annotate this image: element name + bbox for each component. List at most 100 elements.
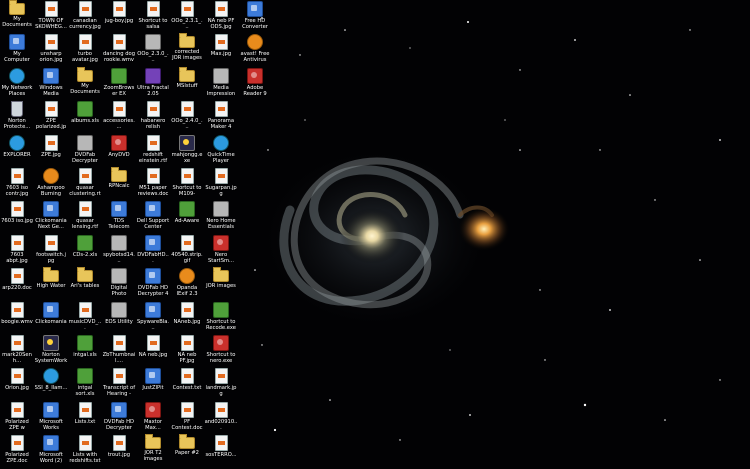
desktop-icon-jor-t2-images[interactable]: JOR T2 images: [136, 434, 170, 467]
desktop-icon-musicdvd[interactable]: musicDVD_...: [68, 301, 102, 334]
desktop-icon-sosterro[interactable]: sosTERRO...: [204, 434, 238, 467]
desktop-icon-dvdfab-decrypter[interactable]: DVDFab Decrypter: [68, 134, 102, 167]
desktop-icon-my-documents[interactable]: My Documents: [0, 0, 34, 33]
desktop-icon-adobe-reader-9[interactable]: Adobe Reader 9: [238, 67, 272, 100]
desktop-icon-eos-utility[interactable]: EOS Utility: [102, 301, 136, 334]
desktop-icon-m51-paper-reviews-doc[interactable]: M51 paper reviews.doc: [136, 167, 170, 200]
desktop-icon-na-neb-pf-jpg[interactable]: NA neb PF.jpg: [170, 334, 204, 367]
desktop-icon-free-hd-converter[interactable]: Free HD Converter: [238, 0, 272, 33]
desktop-icon-pf-contest-doc[interactable]: PF Contest.doc: [170, 401, 204, 434]
desktop-icon-mahjongg-exe[interactable]: mahjongg.exe: [170, 134, 204, 167]
desktop-icon-shortcut-to-salsa-genti[interactable]: Shortcut to salsa genti...: [136, 0, 170, 33]
desktop-icon-orion-jpg[interactable]: Orion.jpg: [0, 367, 34, 400]
desktop-icon-spywarebla[interactable]: SpywareBla...: [136, 301, 170, 334]
desktop-icon-shortcut-to-nero-exe[interactable]: Shortcut to nero.exe: [204, 334, 238, 367]
desktop-icon-quasar-lensing-rtf[interactable]: quasar lensing.rtf: [68, 200, 102, 233]
desktop-icon-max-jpg[interactable]: Max.jpg: [204, 33, 238, 66]
desktop-icon-shortcut-to-recode-exe[interactable]: Shortcut to Recode.exe: [204, 301, 238, 334]
desktop-icon-7603-abpt-jpg[interactable]: 7603 abpt.jpg: [0, 234, 34, 267]
desktop-icon-ad-aware[interactable]: Ad-Aware: [170, 200, 204, 233]
desktop-icon-dell-support-center[interactable]: Dell Support Center: [136, 200, 170, 233]
desktop-icon-nero-startsm[interactable]: Nero StartSm...: [204, 234, 238, 267]
desktop-icon-sugarpan-jpg[interactable]: Sugarpan.jpg: [204, 167, 238, 200]
desktop-icon-anydvd[interactable]: AnyDVD: [102, 134, 136, 167]
desktop-icon-nero-home-essentials-se[interactable]: Nero Home Essentials SE: [204, 200, 238, 233]
desktop-icon-zoombrowser-ex[interactable]: ZoomBrowser EX: [102, 67, 136, 100]
desktop-icon-opanda-iexif-2-3[interactable]: Opanda IExif 2.3: [170, 267, 204, 300]
desktop-icon-unsharp-orion-jpg[interactable]: unsharp orion.jpg: [34, 33, 68, 66]
desktop-icon-panorama-maker-4[interactable]: Panorama Maker 4: [204, 100, 238, 133]
desktop-icon-high-water[interactable]: High Water: [34, 267, 68, 300]
desktop-icon-justzipit[interactable]: JustZIPit: [136, 367, 170, 400]
desktop-icon-intgal-xls[interactable]: intgal.xls: [68, 334, 102, 367]
desktop-icon-transcript-of-hearing-an[interactable]: Transcript of Hearing -an...: [102, 367, 136, 400]
desktop-icon-jug-boy-jpg[interactable]: jug-boy.jpg: [102, 0, 136, 33]
desktop-icon-ari-s-tables[interactable]: Ari's tables: [68, 267, 102, 300]
desktop-icon-lists-with-redshifts-txt[interactable]: Lists with redshifts.txt: [68, 434, 102, 467]
desktop-icon-ultra-fractal-2-05[interactable]: Ultra Fractal 2.05: [136, 67, 170, 100]
desktop-icon-msistuff[interactable]: MSIstuff: [170, 66, 204, 100]
desktop-icon-mark20senh[interactable]: mark20Senh...: [0, 334, 34, 367]
desktop-icon-7603-iso-contr-jpg[interactable]: 7603 iso contr.jpg: [0, 167, 34, 200]
desktop-icon-polarized-zpe-w-citations-doc[interactable]: Polarized ZPE w citations.doc: [0, 401, 34, 434]
desktop-icon-trout-jpg[interactable]: trout.jpg: [102, 434, 136, 467]
desktop-icon-intgal-sort-xls[interactable]: intgal sort.xls: [68, 367, 102, 400]
desktop-icon-avast-free-antivirus[interactable]: avast! Free Antivirus: [238, 33, 272, 66]
desktop-icon-ooo-2-3-1[interactable]: OOo_2.3.1_...: [170, 0, 204, 33]
desktop-icon-redshift-einstein-rtf[interactable]: redshift einstein.rtf: [136, 134, 170, 167]
desktop-icon-shortcut-to-m109-0805[interactable]: Shortcut to M109-0805...: [170, 167, 204, 200]
desktop-icon-ooo-2-3-0[interactable]: OOo_2.3.0_...: [136, 33, 170, 66]
desktop-icon-7603-iso-jpg[interactable]: 7603 iso.jpg: [0, 200, 34, 233]
desktop-icon-windows-media-player[interactable]: Windows Media Player: [34, 67, 68, 100]
desktop-icon-spybotsd14[interactable]: spybotsd14...: [102, 234, 136, 267]
desktop-icon-maxtor-max[interactable]: Maxtor Max...: [136, 401, 170, 434]
desktop-icon-clickomania-next-ge[interactable]: Clickomania Next Ge...: [34, 200, 68, 233]
desktop-icon-polarized-zpe-doc[interactable]: Polarized ZPE.doc: [0, 434, 34, 467]
desktop-icon-my-documents[interactable]: My Documents: [68, 66, 102, 100]
desktop-icon-town-of-skowheg[interactable]: TOWN OF SKOWHEG...: [34, 0, 68, 33]
desktop-icon-norton-systemworks[interactable]: Norton SystemWorks: [34, 334, 68, 367]
desktop-icon-canadian-currency-jpg[interactable]: canadian currency.jpg: [68, 0, 102, 33]
desktop-icon-landmark-jpg[interactable]: landmark.jpg: [204, 367, 238, 400]
desktop-icon-explorer[interactable]: EXPLORER: [0, 134, 34, 167]
desktop-icon-zpe-jpg[interactable]: ZPE.jpg: [34, 134, 68, 167]
desktop-icon-ooo-2-4-0[interactable]: OOo_2.4.0_...: [170, 100, 204, 133]
desktop-icon-my-network-places[interactable]: My Network Places: [0, 67, 34, 100]
desktop-icon-tds-telecom[interactable]: TDS Telecom: [102, 200, 136, 233]
desktop-icon-albums-xls[interactable]: albums.xls: [68, 100, 102, 133]
desktop-icon-dancing-dog-rookie-wmv[interactable]: dancing dog rookie.wmv: [102, 33, 136, 66]
desktop-icon-turbo-avatar-jpg[interactable]: turbo avatar.jpg: [68, 33, 102, 66]
desktop-icon-jor-images[interactable]: JOR images: [204, 267, 238, 300]
desktop-icon-cds-2-xls[interactable]: CDs-2.xls: [68, 234, 102, 267]
desktop-icon-my-computer[interactable]: My Computer: [0, 33, 34, 66]
desktop-icon-na-neb-jpg[interactable]: NA neb.jpg: [136, 334, 170, 367]
desktop-icon-naneb-jpg[interactable]: NAneb.jpg: [170, 301, 204, 334]
desktop-icon-zpe-polarized-jpg[interactable]: ZPE polarized.jpg: [34, 100, 68, 133]
desktop-icon-ssi-8-ilam[interactable]: SSI_8_Ilam...: [34, 367, 68, 400]
desktop-icon-rpncalc[interactable]: RPNcalc: [102, 166, 136, 200]
desktop-icon-arp220-doc[interactable]: arp220.doc: [0, 267, 34, 300]
desktop-icon-habanero-relish-003-jpg[interactable]: habanero relish 003.jpg: [136, 100, 170, 133]
desktop-icon-dvdfab-hd-decrypter-4[interactable]: DVDFab HD Decrypter 4: [136, 267, 170, 300]
desktop-icon-dvdfab-hd-decrypter[interactable]: DVDFab HD Decrypter: [102, 401, 136, 434]
desktop-icon-microsoft-works[interactable]: Microsoft Works: [34, 401, 68, 434]
desktop-icon-footswitch-jpg[interactable]: footswitch.jpg: [34, 234, 68, 267]
desktop-icon-paper-2[interactable]: Paper #2: [170, 434, 204, 467]
desktop-icon-lists-txt[interactable]: Lists.txt: [68, 401, 102, 434]
desktop-icon-accessories[interactable]: accessories....: [102, 100, 136, 133]
desktop-icon-quicktime-player[interactable]: QuickTime Player: [204, 134, 238, 167]
desktop-icon-contest-txt[interactable]: Contest.txt: [170, 367, 204, 400]
desktop-icon-norton-protecte[interactable]: Norton Protecte...: [0, 100, 34, 133]
desktop-icon-zbthumbnail[interactable]: ZbThumbnail....: [102, 334, 136, 367]
desktop-icon-na-neb-pf-ods-jpg[interactable]: NA neb PF ODS.jpg: [204, 0, 238, 33]
desktop-icon-corrected-jor-images[interactable]: corrected JOR images: [170, 33, 204, 66]
desktop-icon-ashampoo-burning-stu[interactable]: Ashampoo Burning Stu...: [34, 167, 68, 200]
desktop-icon-dvdfabhd[interactable]: DVDFabHD...: [136, 234, 170, 267]
desktop-icon-media-impression[interactable]: Media Impression: [204, 67, 238, 100]
desktop-icon-clickomania[interactable]: Clickomania: [34, 301, 68, 334]
desktop-icon-microsoft-word-2[interactable]: Microsoft Word (2): [34, 434, 68, 467]
desktop-icon-40540-strip-gif[interactable]: 40540.strip.gif: [170, 234, 204, 267]
desktop-icon-quasar-clustering-rtf[interactable]: quasar clustering.rtf: [68, 167, 102, 200]
desktop-icon-digital-photo-professional[interactable]: Digital Photo Professional: [102, 267, 136, 300]
desktop-icon-boogie-wmv[interactable]: boogie.wmv: [0, 301, 34, 334]
